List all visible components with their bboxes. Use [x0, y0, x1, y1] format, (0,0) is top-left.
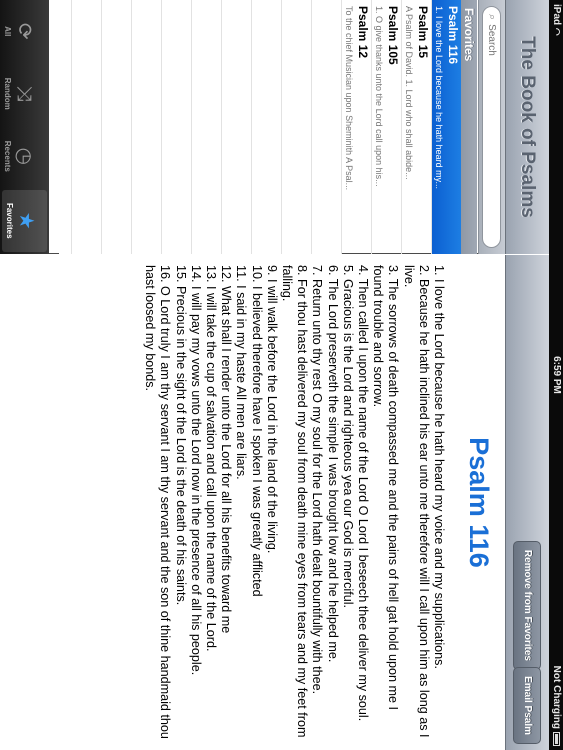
psalm-text: 1. I love the Lord because he hath heard… — [142, 265, 446, 743]
master-nav-bar: The Book of Psalms — [505, 0, 549, 254]
shuffle-icon: ⤨ — [13, 85, 35, 102]
verse: 10. I believed therefore have I spoken I… — [249, 265, 264, 597]
tab-favorites[interactable]: ★ Favorites — [2, 189, 47, 252]
verse: 5. Gracious is the Lord and righteous ye… — [340, 265, 355, 609]
detail-pane: Remove from Favorites Email Psalm Psalm … — [0, 255, 549, 750]
verse: 6. The Lord preserveth the simple I was … — [325, 265, 340, 663]
verse: 4. Then called I upon the name of the Lo… — [355, 265, 370, 722]
favorites-list: Psalm 116 1. I love the Lord because he … — [341, 0, 461, 254]
list-item-subtitle: 1. I love the Lord because he hath heard… — [434, 6, 444, 189]
verse: 7. Return unto thy rest O my soul for th… — [310, 265, 325, 695]
list-item-subtitle: A Psalm of David. 1. Lord who shall abid… — [404, 6, 414, 180]
status-bar: iPad ◠ 6:59 PM Not Charging — [549, 0, 563, 750]
detail-toolbar: Remove from Favorites Email Psalm — [505, 255, 549, 750]
charging-label: Not Charging — [551, 665, 562, 729]
ipad-screen: iPad ◠ 6:59 PM Not Charging The Book of … — [0, 0, 563, 750]
list-item-title: Psalm 116 — [446, 6, 460, 65]
list-item-title: Psalm 15 — [416, 6, 430, 59]
search-input[interactable] — [486, 24, 497, 225]
verse: 15. Precious in the sight of the Lord is… — [173, 265, 188, 606]
master-pane: The Book of Psalms ⌕ Favorites Psalm 116… — [0, 0, 549, 254]
status-time: 6:59 PM — [551, 356, 562, 394]
battery-status: Not Charging — [551, 666, 562, 746]
tab-label: Favorites — [5, 202, 14, 239]
verse: 16. O Lord truly I am thy servant I am t… — [143, 265, 173, 739]
verse: 1. I love the Lord because he hath heard… — [432, 265, 446, 669]
refresh-icon: ⟳ — [13, 22, 35, 40]
empty-list-rows — [59, 0, 341, 254]
verse: 12. What shall I render unto the Lord fo… — [219, 265, 234, 634]
search-box[interactable]: ⌕ — [482, 6, 501, 248]
star-icon: ★ — [15, 211, 37, 230]
clock-icon: ◷ — [13, 147, 35, 165]
list-item-psalm-15[interactable]: Psalm 15 A Psalm of David. 1. Lord who s… — [401, 0, 431, 254]
tab-random[interactable]: ⤨ Random — [0, 63, 49, 126]
psalm-title: Psalm 116 — [464, 437, 494, 568]
favorites-section-header: Favorites — [461, 0, 477, 254]
tab-label: Random — [3, 77, 12, 110]
verse: 11. I said in my haste All men are liars… — [234, 265, 249, 480]
battery-icon — [553, 732, 560, 746]
list-item-psalm-105[interactable]: Psalm 105 1. O give thanks unto the Lord… — [371, 0, 401, 254]
list-item-psalm-116[interactable]: Psalm 116 1. I love the Lord because he … — [431, 0, 461, 254]
search-icon: ⌕ — [486, 14, 498, 21]
verse: 8. For thou hast delivered my soul from … — [279, 265, 310, 738]
search-bar: ⌕ — [478, 0, 505, 254]
tab-all[interactable]: ⟳ All — [0, 0, 49, 63]
list-item-subtitle: 1. O give thanks unto the Lord call upon… — [374, 6, 384, 187]
tab-recents[interactable]: ◷ Recents — [0, 125, 49, 188]
verse: 9. I will walk before the Lord in the la… — [264, 265, 279, 554]
list-item-psalm-12[interactable]: Psalm 12 To the chief Musician upon Shem… — [341, 0, 371, 254]
tab-label: All — [3, 26, 12, 37]
list-item-subtitle: To the chief Musician upon Sheminith A P… — [344, 6, 354, 191]
tab-label: Recents — [3, 140, 12, 172]
email-psalm-button[interactable]: Email Psalm — [513, 667, 541, 744]
tab-bar: ⟳ All ⤨ Random ◷ Recents ★ Favorites — [0, 0, 49, 254]
list-item-title: Psalm 105 — [386, 6, 400, 65]
verse: 13. I will take the cup of salvation and… — [203, 265, 218, 652]
remove-from-favorites-button[interactable]: Remove from Favorites — [513, 540, 541, 670]
app-title: The Book of Psalms — [517, 36, 538, 218]
verse: 2. Because he hath inclined his ear unto… — [401, 265, 431, 738]
list-item-title: Psalm 12 — [356, 6, 370, 59]
verse: 14. I will pay my vows unto the Lord now… — [188, 265, 203, 676]
verse: 3. The sorrows of death compassed me and… — [371, 265, 401, 711]
